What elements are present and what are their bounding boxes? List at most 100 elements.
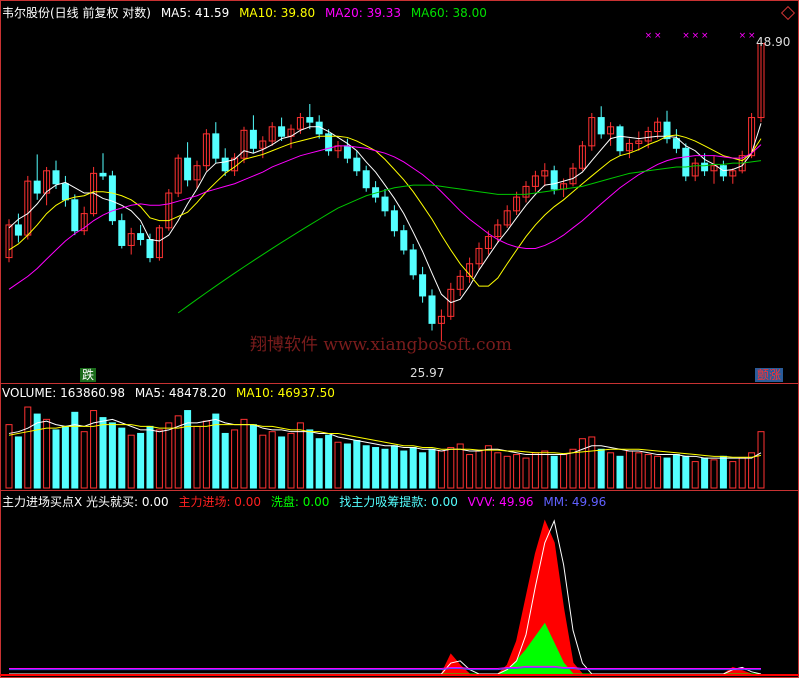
- candle-body: [52, 170, 60, 185]
- volume-bar: [240, 418, 248, 489]
- volume-bar: [193, 425, 201, 489]
- volume-bar: [494, 452, 502, 489]
- volume-bar: [155, 429, 163, 489]
- candle-body: [701, 162, 709, 172]
- volume-bar: [428, 448, 436, 489]
- ma60-label: MA60: 38.00: [410, 6, 487, 20]
- candle-body: [99, 172, 107, 177]
- candle-body: [672, 138, 680, 149]
- volume-bar: [287, 432, 295, 489]
- candle-body: [390, 210, 398, 232]
- volume-bar: [5, 424, 13, 489]
- volume-bar: [409, 447, 417, 489]
- volume-bar: [691, 461, 699, 489]
- volume-bar: [118, 427, 126, 489]
- volume-bar: [597, 448, 605, 489]
- volume-bar: [296, 422, 304, 489]
- zljc-area: [9, 519, 761, 675]
- candle-body: [212, 133, 220, 159]
- candle-body: [419, 274, 427, 297]
- ma10-label: MA10: 39.80: [239, 6, 316, 20]
- candle-body: [108, 175, 116, 222]
- volume-bar: [221, 432, 229, 489]
- volume-bar: [466, 454, 474, 489]
- volume-bar: [278, 436, 286, 489]
- volume-bar: [127, 434, 135, 489]
- volume-bar: [560, 454, 568, 489]
- xp-label: 洗盘: 0.00: [270, 495, 330, 509]
- candle-body: [597, 117, 605, 135]
- candle-body: [184, 157, 192, 181]
- volume-ma10-label: MA10: 46937.50: [235, 386, 335, 400]
- watermark: 翔博软件 www.xiangbosoft.com: [250, 335, 512, 355]
- volume-bar: [400, 450, 408, 489]
- volume-bar: [343, 443, 351, 489]
- volume-bar: [569, 448, 577, 489]
- signal-marker: ×: [682, 31, 690, 41]
- candle-body: [381, 196, 389, 212]
- volume-bar: [729, 461, 737, 489]
- candle-body: [61, 183, 69, 201]
- volume-bar: [372, 447, 380, 489]
- candle-body: [306, 117, 314, 123]
- signal-marker: ×: [748, 31, 756, 41]
- volume-bar: [353, 439, 361, 489]
- candle-body: [428, 295, 436, 324]
- volume-bar: [738, 457, 746, 489]
- signal-marker: ×: [692, 31, 700, 41]
- volume-bar: [475, 450, 483, 489]
- volume-bar: [61, 425, 69, 489]
- vvv-line: [9, 665, 761, 670]
- volume-bar: [24, 406, 32, 489]
- volume-bar: [625, 450, 633, 489]
- candle-body: [14, 224, 22, 236]
- volume-bar: [513, 454, 521, 489]
- volume-bar: [757, 431, 765, 489]
- xp-area: [9, 622, 761, 675]
- candle-body: [33, 180, 41, 194]
- volume-bar: [334, 441, 342, 489]
- volume-bar: [531, 452, 539, 489]
- candle-body: [362, 170, 370, 189]
- up-badge[interactable]: 颤涨: [755, 368, 784, 382]
- volume-bar: [484, 445, 492, 489]
- indicator-name: 主力进场买点X 光头就买: 0.00: [2, 495, 169, 509]
- volume-bar: [71, 411, 79, 489]
- volume-bar: [522, 457, 530, 489]
- indicator-header: 主力进场买点X 光头就买: 0.00 主力进场: 0.00 洗盘: 0.00 找…: [2, 493, 612, 510]
- volume-bar: [719, 455, 727, 489]
- candle-body: [616, 126, 624, 152]
- volume-ma5-label: MA5: 48478.20: [134, 386, 227, 400]
- volume-bar: [108, 422, 116, 489]
- volume-bar: [503, 455, 511, 489]
- volume-bar: [43, 418, 51, 489]
- volume-bar: [202, 420, 210, 489]
- signal-marker: ×: [701, 31, 709, 41]
- price-header: 韦尔股份(日线 前复权 对数) MA5: 41.59 MA10: 39.80 M…: [2, 4, 493, 21]
- candle-body: [221, 157, 229, 172]
- candle-body: [409, 249, 417, 276]
- volume-bar: [588, 436, 596, 489]
- volume-bar: [390, 445, 398, 489]
- zljc-label: 主力进场: 0.00: [178, 495, 262, 509]
- candle-body: [343, 145, 351, 159]
- volume-bar: [268, 431, 276, 489]
- volume-bar: [137, 432, 145, 489]
- volume-bar: [710, 459, 718, 489]
- xszl-label: 找主力吸筹提款: 0.00: [339, 495, 458, 509]
- ma20-label: MA20: 39.33: [324, 6, 401, 20]
- volume-bar: [437, 450, 445, 489]
- candle-body: [249, 129, 257, 149]
- volume-bar: [456, 443, 464, 489]
- low-price-label: 25.97: [410, 366, 445, 380]
- volume-bar: [419, 452, 427, 489]
- down-badge[interactable]: 跌: [80, 368, 97, 382]
- volume-bar: [550, 455, 558, 489]
- candle-body: [137, 233, 145, 241]
- volume-bar: [578, 438, 586, 489]
- volume-bar: [325, 434, 333, 489]
- volume-label: VOLUME: 163860.98: [2, 386, 125, 400]
- volume-bar: [184, 410, 192, 489]
- volume-bar: [672, 454, 680, 489]
- volume-bar: [165, 422, 173, 489]
